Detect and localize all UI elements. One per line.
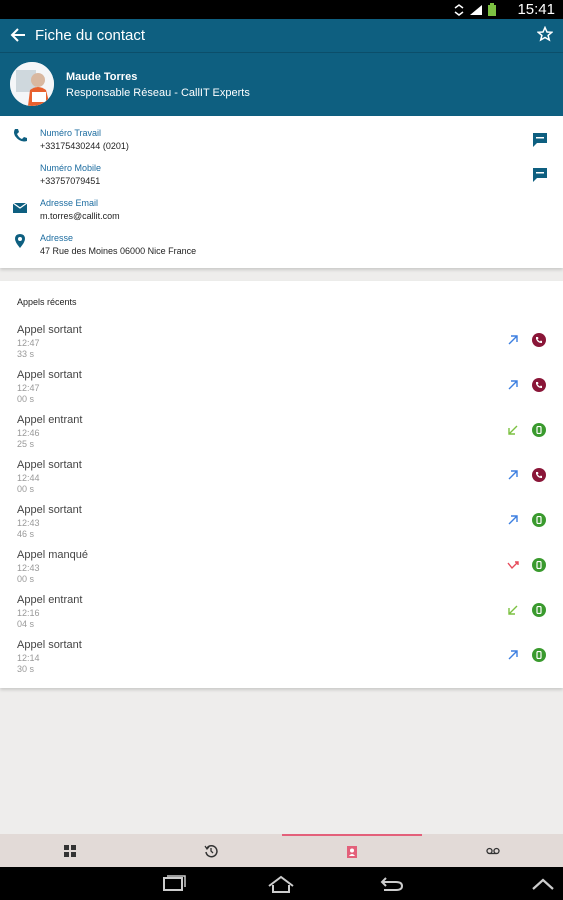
missed-call-arrow-icon — [507, 561, 519, 570]
recent-calls-title: Appels récents — [17, 297, 77, 307]
system-nav-bar — [0, 867, 563, 900]
call-type: Appel manqué — [17, 549, 88, 561]
incoming-call-arrow-icon — [508, 605, 518, 615]
call-time: 12:47 — [17, 383, 40, 393]
email-value: m.torres@callit.com — [40, 211, 120, 221]
history-icon — [204, 844, 218, 857]
address-item[interactable]: Adresse 47 Rue des Moines 06000 Nice Fra… — [40, 233, 196, 256]
call-time: 12:43 — [17, 563, 40, 573]
outgoing-call-arrow-icon — [508, 470, 518, 480]
call-time: 12:16 — [17, 608, 40, 618]
sync-icon — [454, 4, 464, 16]
signal-icon — [470, 5, 482, 15]
tab-history[interactable] — [141, 834, 281, 867]
call-type: Appel sortant — [17, 324, 82, 336]
call-row[interactable]: Appel sortant 12:47 00 s — [0, 369, 563, 414]
status-icons — [453, 3, 497, 17]
recent-apps-icon[interactable] — [158, 874, 188, 894]
answered-status-icon[interactable] — [532, 603, 546, 617]
answered-status-icon[interactable] — [532, 423, 546, 437]
work-phone-item[interactable]: Numéro Travail +33175430244 (0201) — [40, 128, 129, 151]
contact-role: Responsable Réseau - CallIT Experts — [66, 87, 250, 99]
bottom-tab-bar — [0, 834, 563, 867]
call-time: 12:43 — [17, 518, 40, 528]
call-row[interactable]: Appel sortant 12:43 46 s — [0, 504, 563, 549]
voicemail-icon — [486, 847, 500, 854]
outgoing-call-arrow-icon — [508, 335, 518, 345]
contact-info-card: Numéro Travail +33175430244 (0201) Numér… — [0, 116, 563, 268]
call-row[interactable]: Appel entrant 12:46 25 s — [0, 414, 563, 459]
call-type: Appel entrant — [17, 594, 83, 606]
contact-header: Maude Torres Responsable Réseau - CallIT… — [0, 52, 563, 116]
email-icon — [12, 202, 28, 213]
mobile-phone-item[interactable]: Numéro Mobile +33757079451 — [40, 163, 101, 186]
call-type: Appel sortant — [17, 504, 82, 516]
tab-dashboard[interactable] — [0, 834, 140, 867]
answered-status-icon[interactable] — [532, 558, 546, 572]
call-row[interactable]: Appel sortant 12:44 00 s — [0, 459, 563, 504]
call-duration: 00 s — [17, 394, 35, 404]
call-type: Appel entrant — [17, 414, 83, 426]
page-title: Fiche du contact — [35, 27, 146, 44]
status-time: 15:41 — [517, 1, 555, 18]
email-label: Adresse Email — [40, 198, 99, 208]
tab-voicemail[interactable] — [423, 834, 563, 867]
chevron-up-icon[interactable] — [528, 874, 558, 894]
outgoing-call-arrow-icon — [508, 380, 518, 390]
call-time: 12:44 — [17, 473, 40, 483]
mobile-phone-value: +33757079451 — [40, 176, 101, 186]
call-row[interactable]: Appel manqué 12:43 00 s — [0, 549, 563, 594]
hangup-status-icon[interactable] — [532, 333, 546, 347]
phone-icon — [14, 129, 27, 142]
grid-icon — [64, 844, 76, 857]
call-time: 12:47 — [17, 338, 40, 348]
back-icon[interactable] — [376, 874, 406, 894]
outgoing-call-arrow-icon — [508, 515, 518, 525]
status-bar: 15:41 — [0, 0, 563, 19]
message-icon[interactable] — [532, 167, 548, 183]
work-phone-label: Numéro Travail — [40, 128, 102, 138]
call-row[interactable]: Appel sortant 12:14 30 s — [0, 639, 563, 684]
call-duration: 46 s — [17, 529, 35, 539]
call-type: Appel sortant — [17, 369, 82, 381]
call-time: 12:14 — [17, 653, 40, 663]
hangup-status-icon[interactable] — [532, 468, 546, 482]
call-duration: 25 s — [17, 439, 35, 449]
outgoing-call-arrow-icon — [508, 650, 518, 660]
battery-icon — [488, 3, 496, 16]
location-pin-icon — [15, 234, 25, 248]
contact-card-icon — [347, 845, 357, 858]
call-duration: 00 s — [17, 484, 35, 494]
tab-contacts[interactable] — [282, 834, 422, 867]
call-duration: 33 s — [17, 349, 35, 359]
arrow-left-icon[interactable] — [9, 25, 27, 45]
avatar — [10, 62, 54, 106]
recent-calls-card: Appels récents Appel sortant 12:47 33 s App… — [0, 281, 563, 688]
call-time: 12:46 — [17, 428, 40, 438]
call-type: Appel sortant — [17, 639, 82, 651]
answered-status-icon[interactable] — [532, 513, 546, 527]
message-icon[interactable] — [532, 132, 548, 148]
address-label: Adresse — [40, 233, 74, 243]
mobile-phone-label: Numéro Mobile — [40, 163, 102, 173]
address-value: 47 Rue des Moines 06000 Nice France — [40, 246, 197, 256]
email-item[interactable]: Adresse Email m.torres@callit.com — [40, 198, 120, 221]
call-row[interactable]: Appel entrant 12:16 04 s — [0, 594, 563, 639]
work-phone-value: +33175430244 (0201) — [40, 141, 129, 151]
home-icon[interactable] — [266, 874, 296, 894]
call-duration: 00 s — [17, 574, 35, 584]
call-row[interactable]: Appel sortant 12:47 33 s — [0, 324, 563, 369]
star-outline-icon[interactable] — [537, 26, 553, 42]
hangup-status-icon[interactable] — [532, 378, 546, 392]
call-duration: 04 s — [17, 619, 35, 629]
call-duration: 30 s — [17, 664, 35, 674]
contact-name: Maude Torres — [66, 71, 138, 83]
answered-status-icon[interactable] — [532, 648, 546, 662]
incoming-call-arrow-icon — [508, 425, 518, 435]
call-type: Appel sortant — [17, 459, 82, 471]
app-bar: Fiche du contact — [0, 19, 563, 52]
